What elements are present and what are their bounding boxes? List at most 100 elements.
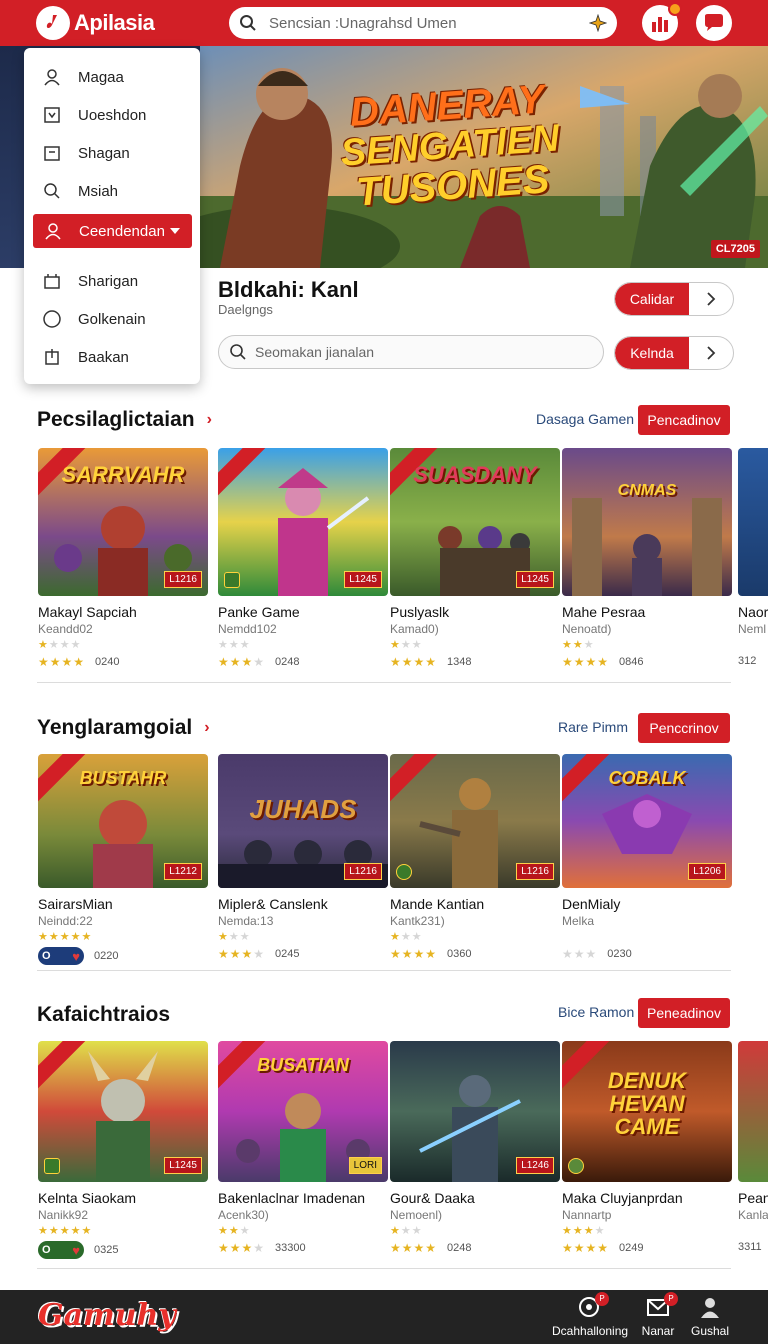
price-tag: L1245	[164, 1157, 202, 1174]
menu-item-magaa[interactable]: Magaa	[24, 58, 200, 96]
section-link[interactable]: Rare Pimm	[558, 719, 628, 735]
footer-nav-dcahhalloning[interactable]: P Dcahhalloning	[552, 1292, 628, 1338]
menu-item-baakan[interactable]: Baakan	[24, 338, 200, 376]
game-card[interactable]: CNMAS Mahe Pesraa Nenoatd) ★★★ ★★★★ 0846	[562, 448, 732, 669]
thumbnail-title: CNMAS	[617, 482, 677, 499]
footer-nav-gushal[interactable]: Gushal	[688, 1294, 732, 1338]
section-link[interactable]: Dasaga Gamen	[536, 411, 634, 427]
game-developer: Nenoatd)	[562, 622, 612, 636]
game-thumbnail: JUHADS L1216	[218, 754, 388, 888]
menu-item-ceendendan[interactable]: Ceendendan	[33, 214, 192, 248]
game-thumbnail: DENUK HEVAN CAME	[562, 1041, 732, 1182]
game-name: Maka Cluyjanprdan	[562, 1190, 683, 1206]
game-card[interactable]: JUHADS L1216 Mipler& Canslenk Nemda:13 ★…	[218, 754, 388, 961]
game-card[interactable]: Naor Neml 312	[738, 448, 768, 667]
rating-count: 0220	[94, 950, 119, 962]
profile-search-input[interactable]: Seomakan jianalan	[218, 335, 604, 369]
star-rating: ★★★★★	[38, 1225, 93, 1237]
rating-count: 0245	[275, 948, 300, 960]
gamepad-icon: P	[575, 1292, 609, 1320]
star-rating: ★★★★	[218, 947, 266, 961]
game-thumbnail: L1216	[390, 754, 560, 888]
game-developer: Kanla	[738, 1208, 768, 1222]
price-tag: L1206	[688, 863, 726, 880]
game-thumbnail: SARRVAHR L1216	[38, 448, 208, 596]
chat-bubble-icon	[705, 14, 723, 31]
section-title[interactable]: Kafaichtraios	[37, 1003, 170, 1027]
game-card[interactable]: SARRVAHR L1216 Makayl Sapciah Keandd02 ★…	[38, 448, 208, 669]
chat-button[interactable]	[696, 5, 732, 41]
game-name: DenMialy	[562, 896, 621, 912]
search-icon	[42, 181, 62, 201]
section-title[interactable]: Yenglaramgoial ›	[37, 716, 210, 740]
rating-count: 0230	[607, 948, 632, 960]
star-rating: ★★★★	[38, 639, 82, 651]
game-name: Makayl Sapciah	[38, 604, 137, 620]
game-card[interactable]: COBALK L1206 DenMialy Melka ★★★ 0230	[562, 754, 732, 961]
game-name: Pean	[738, 1190, 768, 1206]
star-rating: ★★★★	[562, 1225, 606, 1237]
game-card[interactable]: L1216 Mande Kantian Kantk231) ★★★ ★★★★ 03…	[390, 754, 560, 961]
star-rating	[562, 930, 732, 944]
game-card[interactable]: BUSTAHR L1212 SairarsMian Neindd:22 ★★★★…	[38, 754, 208, 965]
platform-badge	[44, 1158, 60, 1174]
hero-banner[interactable]: DANERAY SENGATIEN TUSONES CL7205	[200, 46, 768, 268]
game-art	[572, 498, 722, 596]
menu-item-golkenain[interactable]: Golkenain	[24, 300, 200, 338]
menu-item-msiah[interactable]: Msiah	[24, 172, 200, 210]
menu-item-sharigan[interactable]: Sharigan	[24, 262, 200, 300]
kelnda-split-button[interactable]: Kelnda	[614, 336, 734, 370]
menu-item-label: Uoeshdon	[78, 106, 147, 124]
download-box-icon	[42, 105, 62, 125]
section-link[interactable]: Bice Ramon	[558, 1004, 634, 1020]
menu-item-label: Magaa	[78, 68, 124, 86]
game-developer: Nemda:13	[218, 914, 274, 928]
game-thumbnail: SUASDANY L1245	[390, 448, 560, 596]
game-card[interactable]: L1246 Gour& Daaka Nemoenl) ★★★ ★★★★ 0248	[390, 1041, 560, 1255]
price-tag: L1245	[516, 571, 554, 588]
game-card[interactable]: L1245 Panke Game Nemdd102 ★★★ ★★★★ 0248	[218, 448, 388, 669]
star-rating: ★★★★	[562, 655, 610, 669]
app-logo[interactable]: Apilasia	[36, 6, 155, 40]
search-bar[interactable]: Sencsian :Unagrahsd Umen	[229, 7, 617, 39]
search-placeholder: Seomakan jianalan	[255, 344, 375, 360]
wishlist-toggle[interactable]: O ♥	[38, 1241, 84, 1259]
search-icon	[240, 15, 256, 31]
notification-dot	[668, 2, 682, 16]
footer-logo[interactable]: Gamuhy	[38, 1298, 176, 1333]
calidar-split-button[interactable]: Calidar	[614, 282, 734, 316]
rating-count: 1348	[447, 656, 472, 668]
game-developer: Nemdd102	[218, 622, 277, 636]
section-action-button[interactable]: Penccrinov	[638, 713, 730, 743]
stats-button[interactable]	[642, 2, 682, 41]
game-card[interactable]: DENUK HEVAN CAME Maka Cluyjanprdan Nanna…	[562, 1041, 732, 1255]
section-title[interactable]: Pecsilaglictaian ›	[37, 408, 212, 432]
game-thumbnail: CNMAS	[562, 448, 732, 596]
section-action-button[interactable]: Peneadinov	[638, 998, 730, 1028]
top-bar: Apilasia Sencsian :Unagrahsd Umen	[0, 0, 768, 46]
game-card[interactable]: SUASDANY L1245 Puslyaslk Kamad0) ★★★ ★★★…	[390, 448, 560, 669]
menu-item-label: Sharigan	[78, 272, 139, 290]
footer-nav-nanar[interactable]: P Nanar	[636, 1292, 680, 1338]
game-card[interactable]: L1245 Kelnta Siaokam Nanikk92 ★★★★★ O ♥ 03…	[38, 1041, 208, 1259]
thumbnail-title: SUASDANY	[413, 462, 537, 487]
star-rating	[738, 638, 768, 652]
rating-count: 312	[738, 655, 757, 667]
menu-item-shagan[interactable]: Shagan	[24, 134, 200, 172]
game-card[interactable]: Pean Kanla 3311	[738, 1041, 768, 1253]
search-placeholder: Sencsian :Unagrahsd Umen	[269, 14, 457, 32]
menu-item-uoeshdon[interactable]: Uoeshdon	[24, 96, 200, 134]
spark-icon[interactable]	[589, 14, 607, 32]
profile-name: Bldkahi: Kanl	[218, 277, 359, 302]
section-divider	[37, 970, 731, 971]
user-icon	[43, 221, 63, 241]
chevron-right-icon: ›	[206, 411, 212, 428]
rating-count: 0325	[94, 1244, 119, 1256]
calidar-button-label: Calidar	[615, 283, 689, 315]
game-card[interactable]: BUSATIAN LORI Bakenlaclnar Imadenan Acen…	[218, 1041, 388, 1255]
game-thumbnail: L1245	[38, 1041, 208, 1182]
wishlist-toggle[interactable]: O ♥	[38, 947, 84, 965]
game-name: Mipler& Canslenk	[218, 896, 328, 912]
section-title-text: Yenglaramgoial	[37, 716, 193, 739]
section-action-button[interactable]: Pencadinov	[638, 405, 730, 435]
